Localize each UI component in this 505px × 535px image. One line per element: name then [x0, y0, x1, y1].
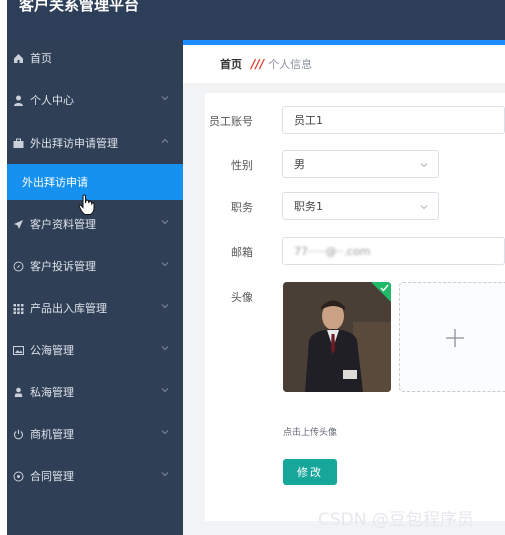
breadcrumb-separator-icon: /// — [251, 57, 265, 71]
sidebar-item-label: 客户资料管理 — [30, 218, 96, 231]
position-select[interactable]: 职务1 — [282, 192, 439, 220]
chevron-down-icon — [161, 304, 169, 309]
position-label: 职务 — [231, 201, 253, 214]
sidebar-item-personal-center[interactable]: 个人中心 — [7, 82, 183, 118]
gender-label: 性别 — [231, 159, 253, 172]
sidebar-item-label: 合同管理 — [30, 470, 74, 483]
check-icon — [380, 284, 389, 292]
chevron-down-icon — [161, 220, 169, 225]
sidebar-item-label: 公海管理 — [30, 344, 74, 357]
email-label: 邮箱 — [231, 246, 253, 259]
avatar-upload-area[interactable] — [399, 282, 505, 392]
sidebar-item-public-pool[interactable]: 公海管理 — [7, 332, 183, 368]
home-icon — [12, 52, 24, 64]
sidebar-item-label: 私海管理 — [30, 386, 74, 399]
chevron-down-icon — [420, 163, 428, 168]
submit-button[interactable]: 修改 — [283, 459, 337, 485]
sidebar-item-label: 产品出入库管理 — [30, 302, 107, 315]
chevron-up-icon — [161, 138, 169, 143]
sidebar-item-inventory[interactable]: 产品出入库管理 — [7, 290, 183, 326]
person-icon — [12, 386, 24, 398]
breadcrumb: 首页 /// 个人信息 — [183, 45, 505, 83]
watermark: CSDN @豆包程序员 — [318, 510, 474, 530]
breadcrumb-home[interactable]: 首页 — [220, 56, 242, 72]
grid-icon — [12, 302, 24, 314]
email-field[interactable]: 77·····@··.com — [282, 237, 505, 265]
sidebar-item-private-pool[interactable]: 私海管理 — [7, 374, 183, 410]
sidebar-item-label: 外出拜访申请 — [22, 176, 88, 189]
sidebar-item-label: 首页 — [30, 52, 52, 65]
avatar-label: 头像 — [231, 291, 253, 304]
app-title: 客户关系管理平台 — [19, 0, 140, 14]
sidebar-item-label: 外出拜访申请管理 — [30, 137, 118, 150]
sidebar-item-home[interactable]: 首页 — [7, 40, 183, 76]
briefcase-icon — [12, 137, 24, 149]
chevron-down-icon — [161, 472, 169, 477]
chevron-down-icon — [161, 430, 169, 435]
email-value: 77·····@··.com — [294, 244, 371, 258]
position-value: 职务1 — [294, 200, 323, 213]
account-field[interactable]: 员工1 — [282, 106, 505, 134]
chevron-down-icon — [161, 262, 169, 267]
avatar-image[interactable] — [283, 282, 391, 392]
sidebar-item-label: 客户投诉管理 — [30, 260, 96, 273]
compass-icon — [12, 260, 24, 272]
chevron-down-icon — [420, 205, 428, 210]
upload-hint: 点击上传头像 — [283, 428, 338, 438]
account-value: 员工1 — [294, 114, 323, 127]
sidebar-item-label: 个人中心 — [30, 94, 74, 107]
sidebar-item-contracts[interactable]: 合同管理 — [7, 458, 183, 494]
user-icon — [12, 94, 24, 106]
account-label: 员工账号 — [209, 115, 253, 128]
top-header: 客户关系管理平台 — [7, 0, 505, 40]
sidebar-item-label: 商机管理 — [30, 428, 74, 441]
hand-cursor-icon — [78, 194, 95, 215]
gender-select[interactable]: 男 — [282, 150, 439, 178]
image-icon — [12, 344, 24, 356]
sidebar-item-complaints[interactable]: 客户投诉管理 — [7, 248, 183, 284]
sidebar-item-visit-management[interactable]: 外出拜访申请管理 — [7, 125, 183, 161]
breadcrumb-current: 个人信息 — [268, 58, 313, 71]
sidebar-item-opportunities[interactable]: 商机管理 — [7, 416, 183, 452]
send-icon — [12, 218, 24, 230]
plus-icon — [446, 329, 464, 347]
sidebar: 首页 个人中心 外出拜访申请管理 外出拜访申请 客户资料管理 客户投诉管理 产品… — [7, 40, 183, 535]
chevron-down-icon — [161, 346, 169, 351]
chevron-down-icon — [161, 388, 169, 393]
settings-icon — [12, 470, 24, 482]
main-content: 首页 /// 个人信息 员工账号 员工1 性别 男 职务 职务1 邮箱 77··… — [183, 45, 505, 535]
power-icon — [12, 428, 24, 440]
gender-value: 男 — [294, 158, 305, 171]
chevron-down-icon — [161, 96, 169, 101]
